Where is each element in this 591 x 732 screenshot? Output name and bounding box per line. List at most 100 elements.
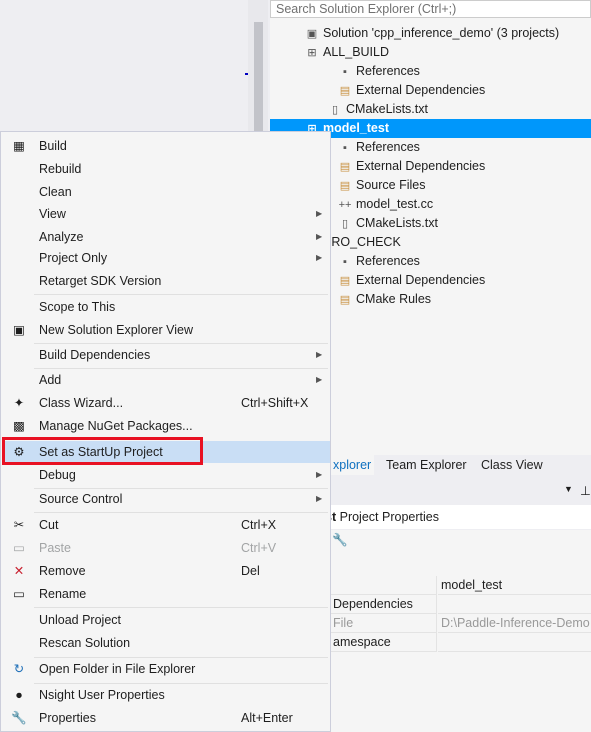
rename-icon: ▭	[13, 587, 25, 601]
menu-item-clean[interactable]: Clean	[2, 181, 330, 203]
tree-item-label: Source Files	[356, 178, 426, 192]
menu-item-debug[interactable]: Debug ▶	[2, 464, 330, 486]
tree-item-label: CMakeLists.txt	[346, 102, 428, 116]
submenu-arrow-icon: ▶	[316, 375, 323, 384]
submenu-arrow-icon: ▶	[316, 253, 323, 262]
menu-item-label: Debug	[39, 468, 76, 482]
cpp-file-icon: ++	[338, 199, 352, 211]
submenu-arrow-icon: ▶	[316, 209, 323, 218]
menu-item-label: Manage NuGet Packages...	[39, 419, 193, 433]
folder-icon: ▤	[339, 180, 351, 192]
menu-item-paste: ▭ Paste Ctrl+V	[2, 537, 330, 559]
tree-item-label: References	[356, 140, 420, 154]
tab-class-view[interactable]: Class View	[481, 455, 543, 475]
file-icon: ▯	[331, 104, 339, 116]
menu-item-manage-nuget-packages[interactable]: ▩ Manage NuGet Packages...	[2, 415, 330, 437]
menu-separator	[34, 607, 328, 608]
menu-item-unload-project[interactable]: Unload Project	[2, 609, 330, 631]
highlight-callout	[2, 437, 203, 465]
property-value[interactable]	[438, 633, 591, 652]
tree-item[interactable]: ▣ Solution 'cpp_inference_demo' (3 projec…	[270, 24, 591, 43]
menu-item-build-dependencies[interactable]: Build Dependencies ▶	[2, 344, 330, 366]
class-wizard-icon: ✦	[13, 396, 25, 410]
property-name: amespace	[330, 633, 437, 652]
properties-title: Project Properties	[339, 510, 439, 524]
shortcut-label: Ctrl+V	[241, 541, 277, 555]
menu-item-label: Add	[39, 373, 62, 387]
menu-item-properties[interactable]: 🔧 Properties Alt+Enter	[2, 707, 330, 729]
submenu-arrow-icon: ▶	[316, 494, 323, 503]
search-input[interactable]: Search Solution Explorer (Ctrl+;)	[270, 0, 591, 18]
tree-item-label: External Dependencies	[356, 273, 486, 287]
menu-item-label: Rename	[39, 587, 87, 601]
submenu-arrow-icon: ▶	[316, 350, 323, 359]
menu-item-nsight-user-properties[interactable]: ● Nsight User Properties	[2, 684, 330, 706]
menu-separator	[34, 512, 328, 513]
references-icon: ▪	[343, 142, 347, 154]
tree-item-label: ALL_BUILD	[323, 45, 390, 59]
nuget-icon: ▩	[13, 419, 25, 433]
tree-item-label: model_test	[323, 121, 389, 135]
menu-item-retarget-sdk-version[interactable]: Retarget SDK Version	[2, 270, 330, 292]
references-icon: ▪	[343, 256, 347, 268]
tab-solution-explorer[interactable]: xplorer	[330, 455, 375, 475]
menu-item-label: Analyze	[39, 230, 84, 244]
menu-item-label: Retarget SDK Version	[39, 274, 162, 288]
menu-item-open-folder-in-file-explorer[interactable]: ↻ Open Folder in File Explorer	[2, 658, 330, 680]
menu-item-label: Scope to This	[39, 300, 116, 314]
property-value[interactable]: model_test	[438, 576, 591, 595]
menu-item-add[interactable]: Add ▶	[2, 369, 330, 391]
menu-separator	[34, 294, 328, 295]
refresh-folder-icon: ↻	[13, 662, 25, 676]
menu-item-cut[interactable]: ✂ Cut Ctrl+X	[2, 514, 330, 536]
menu-item-label: Build Dependencies	[39, 348, 151, 362]
menu-item-label: Open Folder in File Explorer	[39, 662, 196, 676]
tree-item[interactable]: ▯ CMakeLists.txt	[270, 100, 591, 119]
menu-item-view[interactable]: View ▶	[2, 203, 330, 225]
menu-item-label: Remove	[39, 564, 86, 578]
scissors-icon: ✂	[13, 518, 25, 532]
file-icon: ▯	[341, 218, 349, 230]
new-view-icon: ▣	[13, 323, 25, 337]
menu-item-label: Class Wizard...	[39, 396, 124, 410]
menu-item-rescan-solution[interactable]: Rescan Solution	[2, 632, 330, 654]
menu-item-remove[interactable]: ✕ Remove Del	[2, 560, 330, 582]
tree-item-label: ERO_CHECK	[323, 235, 401, 249]
menu-item-label: Clean	[39, 185, 72, 199]
tree-item[interactable]: ⊞ ALL_BUILD	[270, 43, 591, 62]
references-icon: ▪	[343, 66, 347, 78]
menu-item-source-control[interactable]: Source Control ▶	[2, 488, 330, 510]
tree-item-label: Solution 'cpp_inference_demo' (3 project…	[323, 26, 560, 40]
remove-icon: ✕	[13, 564, 25, 578]
property-value[interactable]: D:\Paddle-Inference-Demo	[438, 614, 591, 633]
menu-item-class-wizard[interactable]: ✦ Class Wizard... Ctrl+Shift+X	[2, 392, 330, 414]
property-name: Dependencies	[330, 595, 437, 614]
tree-item-label: External Dependencies	[356, 83, 486, 97]
menu-item-new-solution-explorer-view[interactable]: ▣ New Solution Explorer View	[2, 319, 330, 341]
folder-icon: ▤	[339, 294, 351, 306]
menu-item-analyze[interactable]: Analyze ▶	[2, 226, 330, 248]
menu-item-label: Nsight User Properties	[39, 688, 165, 702]
menu-item-project-only[interactable]: Project Only ▶	[2, 247, 330, 269]
menu-item-rename[interactable]: ▭ Rename	[2, 583, 330, 605]
menu-item-rebuild[interactable]: Rebuild	[2, 158, 330, 180]
menu-item-build[interactable]: ▦ Build	[2, 135, 330, 157]
tree-item-label: CMake Rules	[356, 292, 432, 306]
dropdown-icon[interactable]: ▼	[564, 484, 573, 494]
solution-icon: ▣	[306, 28, 318, 40]
tree-item[interactable]: ▪ References	[270, 62, 591, 81]
submenu-arrow-icon: ▶	[316, 232, 323, 241]
tab-team-explorer[interactable]: Team Explorer	[386, 455, 467, 475]
shortcut-label: Ctrl+X	[241, 518, 277, 532]
tree-item-label: References	[356, 254, 420, 268]
wrench-icon[interactable]: 🔧	[332, 533, 348, 548]
menu-item-scope-to-this[interactable]: Scope to This	[2, 296, 330, 318]
tree-item-label: CMakeLists.txt	[356, 216, 438, 230]
shortcut-label: Del	[241, 564, 260, 578]
folder-icon: ▤	[339, 85, 351, 97]
pin-icon[interactable]: ⊥	[580, 483, 591, 498]
menu-item-label: Properties	[39, 711, 96, 725]
tree-item[interactable]: ▤ External Dependencies	[270, 81, 591, 100]
property-value[interactable]	[438, 595, 591, 614]
menu-item-label: Rebuild	[39, 162, 82, 176]
